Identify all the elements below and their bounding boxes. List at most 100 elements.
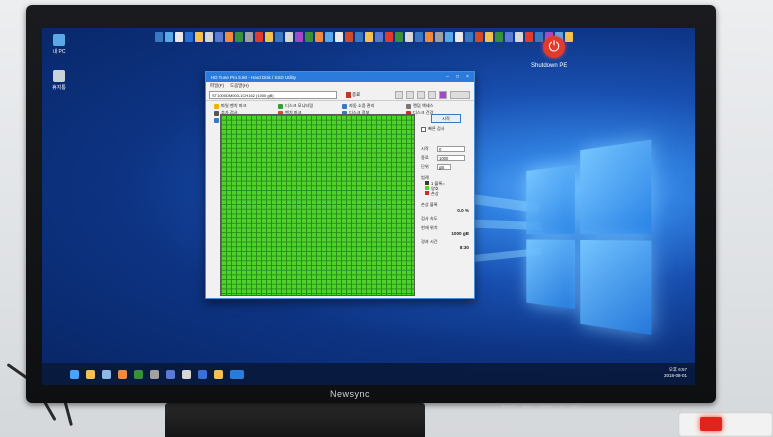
tab-1[interactable]: 디스크 모니터링 <box>278 103 338 109</box>
legend-swatch <box>425 191 429 195</box>
end-row: 종료 1000 <box>421 155 473 161</box>
options-icon[interactable] <box>439 91 447 99</box>
launcher-app-icon[interactable] <box>455 32 463 42</box>
launcher-app-icon[interactable] <box>275 32 283 42</box>
scan-side-panel: 시작 빠른 검사 시작 0 종료 1000 단위 gB 범례 1 블록= 양호 손상… <box>421 114 473 250</box>
launcher-app-icon[interactable] <box>435 32 443 42</box>
tab-2[interactable]: 자동 소음 관리 <box>342 103 402 109</box>
start-icon[interactable] <box>70 370 79 379</box>
app-icon[interactable] <box>198 370 207 379</box>
save-icon[interactable] <box>406 91 414 99</box>
launcher-app-icon[interactable] <box>425 32 433 42</box>
monitor-button-label: DOWN <box>540 405 551 409</box>
monitor-button-label: MENU <box>523 405 534 409</box>
launcher-app-icon[interactable] <box>405 32 413 42</box>
app-icon[interactable] <box>102 370 111 379</box>
launcher-app-icon[interactable] <box>155 32 163 42</box>
start-field-label: 시작 <box>421 146 435 152</box>
launcher-app-icon[interactable] <box>465 32 473 42</box>
monitor-stand <box>165 403 425 437</box>
camera-icon[interactable] <box>417 91 425 99</box>
speed-label: 검사 속도 <box>421 216 473 222</box>
launcher-app-icon[interactable] <box>265 32 273 42</box>
app-icon[interactable] <box>214 370 223 379</box>
launcher-app-icon[interactable] <box>395 32 403 42</box>
launcher-app-icon[interactable] <box>495 32 503 42</box>
launcher-app-icon[interactable] <box>475 32 483 42</box>
hdtune-window: HD Tune Pro 5.50 - Hard Disk / SSD Utili… <box>205 71 475 299</box>
legend-swatch <box>425 181 429 185</box>
windows-logo <box>526 140 651 331</box>
launcher-app-icon[interactable] <box>285 32 293 42</box>
menu-help[interactable]: 도움말(H) <box>230 83 249 89</box>
start-input[interactable]: 0 <box>437 146 465 152</box>
tab-0[interactable]: 파일 벤치 마크 <box>214 103 274 109</box>
power-icon[interactable]: ⏻ <box>543 36 565 58</box>
launcher-app-icon[interactable] <box>235 32 243 42</box>
launcher-app-icon[interactable] <box>205 32 213 42</box>
launcher-app-icon[interactable] <box>365 32 373 42</box>
window-titlebar: HD Tune Pro 5.50 - Hard Disk / SSD Utili… <box>206 72 474 82</box>
launcher-app-icon[interactable] <box>525 32 533 42</box>
minimize-icon[interactable]: – <box>443 73 452 81</box>
launcher-app-icon[interactable] <box>385 32 393 42</box>
launcher-app-icon[interactable] <box>245 32 253 42</box>
launcher-app-icon[interactable] <box>295 32 303 42</box>
app-icon[interactable] <box>118 370 127 379</box>
unit-row: 단위 gB <box>421 164 473 170</box>
legend-item: 손상 <box>425 191 473 196</box>
desktop-icon-recycle-bin[interactable]: 휴지통 <box>44 70 74 91</box>
drive-select[interactable]: ST1000DM003-1CH162 (1000 gB) <box>209 91 337 99</box>
desktop-icon-pc[interactable]: 내 PC <box>44 34 74 55</box>
legend-label: 손상 <box>431 191 439 196</box>
launcher-app-icon[interactable] <box>345 32 353 42</box>
launcher-app-icon[interactable] <box>535 32 543 42</box>
exit-app-icon[interactable] <box>450 91 470 99</box>
power-switch[interactable] <box>700 417 722 431</box>
unit-select[interactable]: gB <box>437 164 451 170</box>
launcher-app-icon[interactable] <box>195 32 203 42</box>
info-icon[interactable] <box>428 91 436 99</box>
launcher-app-icon[interactable] <box>335 32 343 42</box>
menu-bar: 파일(F) 도움말(H) <box>206 82 474 90</box>
app-icon[interactable] <box>134 370 143 379</box>
taskbar: 오후 6:57 2018-08-01 <box>42 363 695 385</box>
app-icon[interactable] <box>182 370 191 379</box>
launcher-app-icon[interactable] <box>445 32 453 42</box>
launcher-app-icon[interactable] <box>485 32 493 42</box>
launcher-app-icon[interactable] <box>255 32 263 42</box>
launcher-app-icon[interactable] <box>215 32 223 42</box>
start-button[interactable]: 시작 <box>431 114 461 123</box>
close-icon[interactable]: × <box>463 73 472 81</box>
app-icon[interactable] <box>166 370 175 379</box>
end-input[interactable]: 1000 <box>437 155 465 161</box>
quick-scan-label: 빠른 검사 <box>428 126 445 132</box>
launcher-app-icon[interactable] <box>355 32 363 42</box>
window-title: HD Tune Pro 5.50 - Hard Disk / SSD Utili… <box>211 75 296 80</box>
menu-file[interactable]: 파일(F) <box>210 83 224 89</box>
exit-label: 종료 <box>352 92 360 98</box>
maximize-icon[interactable]: □ <box>453 73 462 81</box>
folder-icon[interactable] <box>86 370 95 379</box>
launcher-app-icon[interactable] <box>375 32 383 42</box>
launcher-app-icon[interactable] <box>305 32 313 42</box>
launcher-app-icon[interactable] <box>565 32 573 42</box>
tab-3[interactable]: 랜덤 액세스 <box>406 103 466 109</box>
taskbar-clock[interactable]: 오후 6:57 2018-08-01 <box>664 367 687 379</box>
launcher-app-icon[interactable] <box>185 32 193 42</box>
hdtune-task-icon[interactable] <box>230 370 244 379</box>
launcher-app-icon[interactable] <box>515 32 523 42</box>
launcher-app-icon[interactable] <box>325 32 333 42</box>
damaged-value: 0.0 % <box>421 208 473 213</box>
launcher-app-icon[interactable] <box>415 32 423 42</box>
launcher-app-icon[interactable] <box>315 32 323 42</box>
app-icon[interactable] <box>150 370 159 379</box>
launcher-app-icon[interactable] <box>225 32 233 42</box>
quick-scan-checkbox[interactable] <box>421 127 426 132</box>
copy-icon[interactable] <box>395 91 403 99</box>
exit-button[interactable]: 종료 <box>346 92 360 98</box>
launcher-app-icon[interactable] <box>505 32 513 42</box>
launcher-app-icon[interactable] <box>175 32 183 42</box>
desktop-icon-label: 휴지통 <box>52 85 66 91</box>
launcher-app-icon[interactable] <box>165 32 173 42</box>
